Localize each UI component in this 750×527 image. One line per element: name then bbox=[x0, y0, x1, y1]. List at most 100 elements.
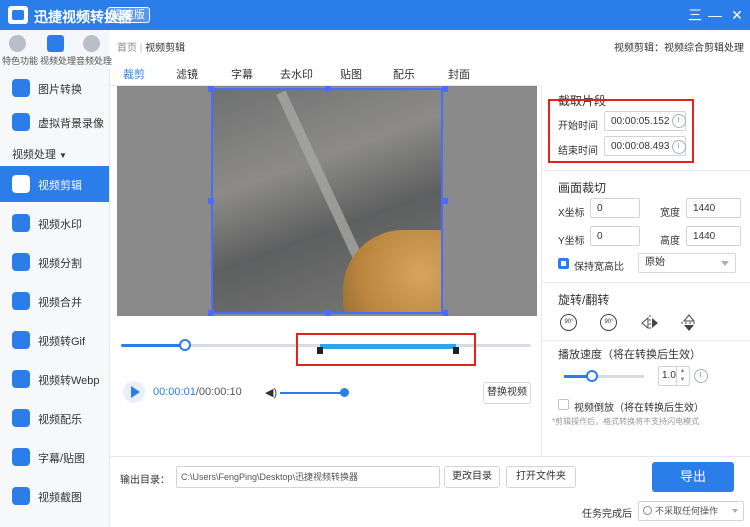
split-icon bbox=[12, 253, 30, 271]
caret-down-icon: ▼ bbox=[59, 151, 67, 160]
category-label: 视频处理 bbox=[40, 56, 77, 66]
sidebar-item-label: 视频剪辑 bbox=[38, 180, 82, 192]
sidebar-item-gif[interactable]: 视频转Gif bbox=[0, 322, 109, 358]
crop-handle[interactable] bbox=[442, 198, 448, 204]
sidebar-item-label: 图片转换 bbox=[38, 84, 82, 96]
sidebar-section-video[interactable]: 视频处理 ▼ bbox=[12, 146, 67, 162]
sidebar-item-virtual-bg[interactable]: 虚拟背景录像 bbox=[0, 104, 109, 140]
video-frame[interactable] bbox=[211, 88, 443, 314]
rotate-cw-button[interactable]: 90° bbox=[598, 312, 620, 334]
breadcrumb-current: 视频剪辑 bbox=[145, 43, 186, 54]
category-video[interactable]: 视频处理 bbox=[40, 35, 77, 67]
sidebar-item-webp[interactable]: 视频转Webp bbox=[0, 361, 109, 397]
category-label: 音频处理 bbox=[76, 56, 113, 66]
sidebar-item-screenshot[interactable]: 视频截图 bbox=[0, 478, 109, 514]
output-dir-field[interactable]: C:\Users\FengPing\Desktop\迅捷视频转换器 bbox=[176, 466, 440, 488]
sidebar-item-video-edit[interactable]: 视频剪辑 bbox=[0, 166, 109, 202]
player-controls: 00:00:01/00:00:10 ◀) 替换视频 bbox=[117, 380, 537, 408]
trim-end-handle[interactable] bbox=[453, 347, 459, 354]
tab-filter[interactable]: 滤镜 bbox=[176, 66, 198, 82]
subtitle-icon bbox=[12, 448, 30, 466]
crop-handle[interactable] bbox=[208, 86, 214, 92]
virtual-bg-icon bbox=[12, 113, 30, 131]
tab-remove-watermark[interactable]: 去水印 bbox=[280, 66, 313, 82]
output-dir-label: 输出目录： bbox=[120, 475, 170, 486]
change-dir-button[interactable]: 更改目录 bbox=[444, 466, 500, 488]
sidebar-item-label: 字幕/贴图 bbox=[38, 453, 86, 465]
title-bar: 迅捷视频转换器 极速版 三 — ✕ bbox=[0, 0, 750, 30]
volume-handle[interactable] bbox=[340, 388, 349, 397]
reset-end-icon[interactable] bbox=[672, 140, 686, 154]
flip-horizontal-button[interactable] bbox=[639, 312, 661, 334]
trim-start-handle[interactable] bbox=[317, 347, 323, 354]
width-input[interactable] bbox=[686, 198, 741, 218]
open-folder-button[interactable]: 打开文件夹 bbox=[506, 466, 576, 488]
category-audio[interactable]: 音频处理 bbox=[76, 35, 113, 67]
tab-sticker[interactable]: 贴图 bbox=[340, 66, 362, 82]
sidebar-item-merge[interactable]: 视频合并 bbox=[0, 283, 109, 319]
sidebar-item-label: 视频配乐 bbox=[38, 414, 82, 426]
trim-range bbox=[320, 344, 456, 349]
sidebar-item-music[interactable]: 视频配乐 bbox=[0, 400, 109, 436]
after-task-select[interactable]: 不采取任何操作 bbox=[638, 501, 744, 521]
x-label: X坐标 bbox=[558, 208, 585, 219]
section-label: 视频处理 bbox=[12, 149, 56, 161]
crop-handle[interactable] bbox=[208, 310, 214, 316]
crop-handle[interactable] bbox=[442, 86, 448, 92]
flip-vertical-icon bbox=[681, 314, 697, 331]
tab-music[interactable]: 配乐 bbox=[393, 66, 415, 82]
crop-handle[interactable] bbox=[442, 310, 448, 316]
speed-handle[interactable] bbox=[586, 370, 598, 382]
sidebar-item-watermark[interactable]: 视频水印 bbox=[0, 205, 109, 241]
speaker-icon[interactable]: ◀) bbox=[265, 386, 277, 399]
x-input[interactable] bbox=[590, 198, 640, 218]
flip-horizontal-icon bbox=[641, 315, 658, 331]
tab-subtitle[interactable]: 字幕 bbox=[231, 66, 253, 82]
trim-title: 截取片段 bbox=[558, 94, 607, 108]
sidebar-item-label: 虚拟背景录像 bbox=[38, 118, 104, 130]
image-convert-icon bbox=[12, 79, 30, 97]
page-description: 视频剪辑：视频综合剪辑处理 bbox=[614, 43, 744, 54]
flip-vertical-button[interactable] bbox=[678, 312, 700, 334]
merge-icon bbox=[12, 292, 30, 310]
height-input[interactable] bbox=[686, 226, 741, 246]
sidebar-item-label: 视频水印 bbox=[38, 219, 82, 231]
reset-start-icon[interactable] bbox=[672, 114, 686, 128]
ratio-select[interactable]: 原始 bbox=[638, 253, 736, 273]
sidebar-item-image-convert[interactable]: 图片转换 bbox=[0, 70, 109, 106]
time-display: 00:00:01/00:00:10 bbox=[153, 386, 242, 398]
breadcrumb-home[interactable]: 首页 bbox=[117, 43, 137, 54]
playhead-handle[interactable] bbox=[179, 339, 191, 351]
keep-ratio-checkbox[interactable] bbox=[558, 258, 569, 269]
minimize-icon[interactable]: — bbox=[704, 5, 726, 25]
tab-cover[interactable]: 封面 bbox=[448, 66, 470, 82]
y-input[interactable] bbox=[590, 226, 640, 246]
keep-ratio-label: 保持宽高比 bbox=[574, 262, 624, 273]
crop-handle[interactable] bbox=[325, 86, 331, 92]
speed-stepper[interactable]: ▲ ▼ bbox=[676, 367, 688, 385]
reverse-checkbox[interactable] bbox=[558, 399, 569, 410]
video-preview bbox=[117, 86, 537, 316]
crop-handle[interactable] bbox=[208, 198, 214, 204]
sidebar-item-subtitle[interactable]: 字幕/贴图 bbox=[0, 439, 109, 475]
rotate-ccw-button[interactable]: 90° bbox=[558, 312, 580, 334]
play-button[interactable] bbox=[123, 381, 145, 403]
replace-video-button[interactable]: 替换视频 bbox=[483, 382, 531, 404]
crop-handle[interactable] bbox=[325, 310, 331, 316]
category-featured[interactable]: 特色功能 bbox=[2, 35, 38, 67]
video-content bbox=[343, 230, 441, 312]
sidebar-item-label: 视频转Gif bbox=[38, 336, 86, 348]
breadcrumb-bar: 首页 | 视频剪辑 视频剪辑：视频综合剪辑处理 bbox=[110, 30, 750, 58]
menu-icon[interactable]: 三 bbox=[684, 5, 706, 25]
reset-speed-icon[interactable] bbox=[694, 369, 708, 383]
export-button[interactable]: 导出 bbox=[652, 462, 734, 492]
volume-slider[interactable] bbox=[280, 392, 344, 394]
note-text: *剪辑操作后，格式转换将不支持闪电模式 bbox=[552, 417, 700, 426]
tab-crop[interactable]: 裁剪 bbox=[123, 66, 145, 82]
close-icon[interactable]: ✕ bbox=[726, 5, 748, 25]
settings-panel: 截取片段 开始时间 结束时间 画面裁切 X坐标 宽度 Y坐标 高度 保持宽高比 … bbox=[541, 86, 750, 456]
sidebar-item-split[interactable]: 视频分割 bbox=[0, 244, 109, 280]
rotate-cw-label: 90° bbox=[604, 319, 614, 325]
edition-badge: 极速版 bbox=[107, 7, 150, 23]
current-time: 00:00:01 bbox=[153, 386, 196, 398]
